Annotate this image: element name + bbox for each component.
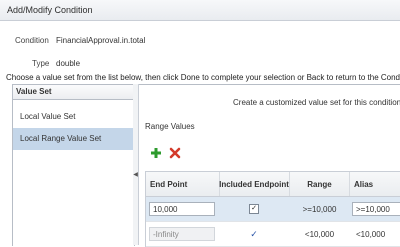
- value-set-item-label: Local Value Set: [20, 112, 76, 121]
- type-label: Type: [32, 59, 50, 68]
- range-values-label: Range Values: [145, 122, 195, 131]
- end-point-input: [149, 227, 215, 241]
- alias-cell[interactable]: <10,000: [356, 222, 400, 246]
- plus-icon[interactable]: [150, 147, 162, 159]
- end-point-input[interactable]: [149, 202, 215, 216]
- condition-label: Condition: [15, 36, 49, 45]
- create-value-set-text: Create a customized value set for this c…: [233, 98, 400, 107]
- dialog-title-bar: Add/Modify Condition: [0, 0, 400, 21]
- column-header-alias[interactable]: Alias: [350, 172, 400, 196]
- range-values-table: End Point Included Endpoint Range Alias …: [145, 171, 400, 247]
- range-cell: >=10,000: [302, 204, 337, 214]
- column-header-range[interactable]: Range: [290, 172, 350, 196]
- value-set-header: Value Set: [13, 85, 134, 100]
- table-row[interactable]: ✓ <10,000 <10,000: [146, 222, 400, 247]
- included-endpoint-checkbox[interactable]: ✓: [249, 204, 259, 214]
- value-set-panel: Value Set Local Value Set Local Range Va…: [12, 84, 135, 246]
- value-set-item-local-range-value-set[interactable]: Local Range Value Set: [13, 128, 134, 150]
- collapse-left-arrow-icon[interactable]: ◀: [133, 172, 138, 178]
- value-set-item-label: Local Range Value Set: [20, 134, 102, 143]
- alias-input[interactable]: [352, 202, 400, 216]
- column-header-end-point[interactable]: End Point: [146, 172, 220, 196]
- type-value: double: [56, 59, 81, 68]
- value-set-item-local-value-set[interactable]: Local Value Set: [13, 106, 134, 128]
- table-row[interactable]: ✓ >=10,000: [146, 197, 400, 222]
- range-cell: <10,000: [304, 229, 335, 239]
- x-icon[interactable]: [169, 147, 181, 159]
- table-header: End Point Included Endpoint Range Alias: [146, 172, 400, 197]
- dialog-title: Add/Modify Condition: [7, 5, 93, 15]
- instruction-text: Choose a value set from the list below, …: [6, 73, 400, 82]
- range-values-panel: Create a customized value set for this c…: [139, 84, 400, 247]
- included-check-icon: ✓: [250, 228, 258, 239]
- condition-value: FinancialApproval.in.total: [56, 36, 146, 45]
- column-header-included-endpoint[interactable]: Included Endpoint: [219, 172, 290, 196]
